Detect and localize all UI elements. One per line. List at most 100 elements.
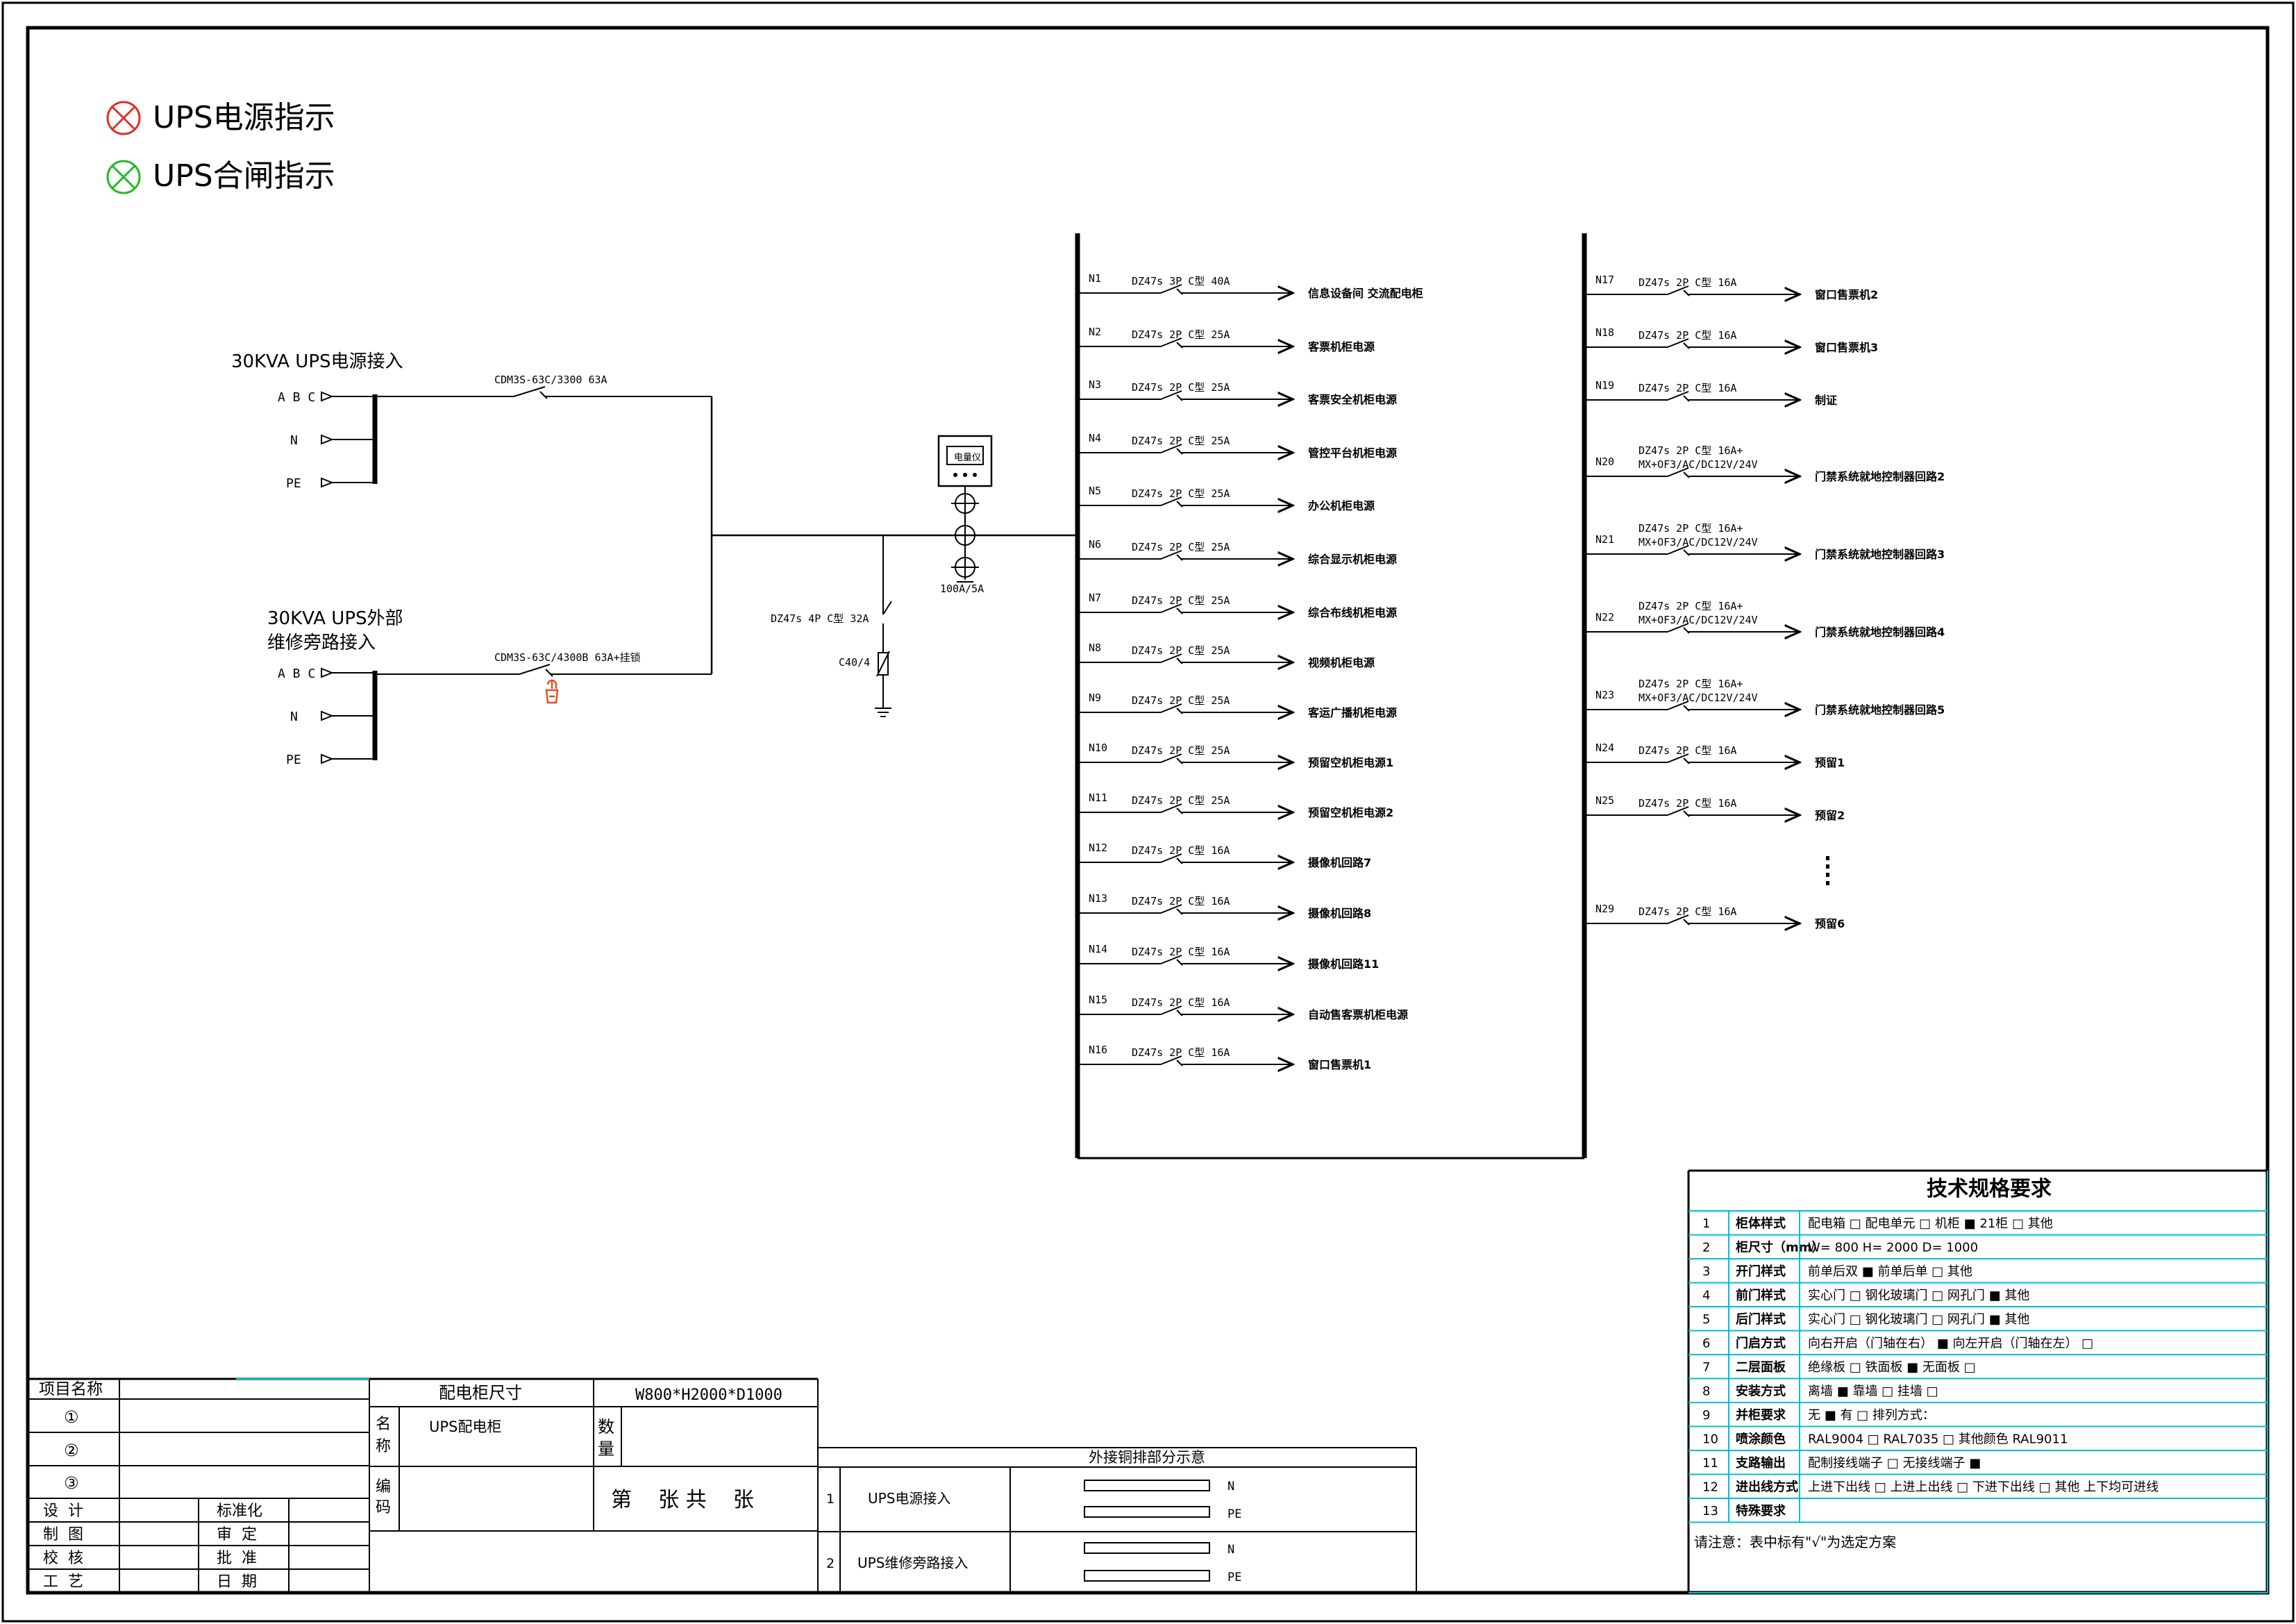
code-label-2: 码	[376, 1499, 391, 1516]
closing-indicator-lamp-icon	[106, 160, 141, 194]
spec-row-name: 柜体样式	[1736, 1216, 1786, 1231]
breaker-spec: DZ47s 2P C型 16A	[1639, 797, 1736, 810]
copper-bar-1a	[1084, 1480, 1210, 1491]
spec-row-no: 9	[1702, 1408, 1710, 1423]
spec-row-name: 进出线方式	[1736, 1480, 1798, 1495]
spec-row-name: 喷涂颜色	[1736, 1432, 1786, 1447]
circuit-n22: N22 DZ47s 2P C型 16A+ MX+OF3/AC/DC12V/24V 门禁…	[1584, 600, 1945, 639]
load-name: 视频机柜电源	[1308, 656, 1375, 669]
spec-row-no: 6	[1702, 1337, 1710, 1351]
ct-ratio: 100A/5A	[940, 583, 984, 595]
breaker-spec-accessory: MX+OF3/AC/DC12V/24V	[1639, 614, 1758, 626]
spec-row: 7 二层面板 绝缘板 □ 铁面板 ■ 无面板 □	[1689, 1354, 2268, 1375]
circuit-id: N3	[1089, 378, 1101, 391]
breaker-spec: DZ47s 2P C型 25A	[1132, 594, 1230, 607]
circled-2: ②	[64, 1441, 79, 1460]
spec-table: 技术规格要求 1 柜体样式 配电箱 □ 配电单元 □ 机柜 ■ 21柜 □ 其他 2 柜…	[1687, 1169, 2268, 1593]
circuit-id: N16	[1089, 1044, 1107, 1056]
copper-bar-2a	[1084, 1542, 1210, 1554]
circuit-id: N21	[1595, 533, 1614, 546]
circuit-id: N25	[1595, 794, 1614, 807]
spec-row-name: 门启方式	[1736, 1336, 1786, 1351]
meter-label: 电量仪	[954, 453, 981, 463]
load-name: 门禁系统就地控制器回路5	[1815, 703, 1945, 717]
breaker-spec: DZ47s 2P C型 16A	[1132, 946, 1230, 958]
breaker-spec: DZ47s 2P C型 25A	[1132, 435, 1230, 447]
copper-bar-2b	[1084, 1570, 1210, 1582]
circuit-n23: N23 DZ47s 2P C型 16A+ MX+OF3/AC/DC12V/24V 门禁…	[1584, 678, 1945, 717]
load-name: 办公机柜电源	[1308, 499, 1375, 512]
name-label-2: 称	[376, 1438, 391, 1455]
main-breaker-icon	[513, 386, 548, 399]
circuit-n17: N17 DZ47s 2P C型 16A 窗口售票机2	[1584, 274, 1878, 301]
circuit-id: N22	[1595, 611, 1614, 623]
spec-row: 6 门启方式 向右开启（门轴在右） ■ 向左开启（门轴在左） □	[1689, 1330, 2268, 1351]
spec-row: 11 支路输出 配制接线端子 □ 无接线端子 ■	[1689, 1450, 2268, 1471]
breaker-spec-accessory: MX+OF3/AC/DC12V/24V	[1639, 458, 1758, 471]
circuit-id: N11	[1089, 792, 1107, 804]
ups-main-input: 30KVA UPS电源接入 A B C N PE CDM3S-63C/3300 …	[231, 351, 712, 491]
ground-icon	[875, 708, 891, 717]
spec-row-content: 配制接线端子 □ 无接线端子 ■	[1808, 1456, 1981, 1471]
approval-standard: 标准化	[217, 1502, 262, 1520]
circuit-id: N4	[1089, 432, 1101, 444]
spec-row: 13 特殊要求	[1689, 1498, 2268, 1518]
breaker-spec: DZ47s 2P C型 25A	[1132, 644, 1230, 657]
spec-row-no: 8	[1702, 1384, 1710, 1399]
load-name: 综合显示机柜电源	[1308, 553, 1397, 566]
breaker-spec: DZ47s 2P C型 16A+	[1639, 600, 1743, 612]
circuit-n25: N25 DZ47s 2P C型 16A 预留2	[1584, 794, 1845, 822]
spec-row-name: 支路输出	[1735, 1455, 1786, 1471]
circuit-n13: N13 DZ47s 2P C型 16A 摄像机回路8	[1078, 892, 1371, 920]
load-name: 预留空机柜电源2	[1308, 806, 1393, 819]
spec-table-note: 请注意：表中标有"√"为选定方案	[1694, 1534, 1896, 1550]
circuit-id: N1	[1089, 272, 1101, 285]
breaker-spec: DZ47s 2P C型 16A	[1639, 329, 1736, 342]
load-name: 预留2	[1815, 809, 1845, 822]
load-name: 制证	[1815, 394, 1837, 407]
approval-review: 审 定	[217, 1526, 257, 1543]
load-name: 摄像机回路8	[1308, 907, 1371, 920]
name-value: UPS配电柜	[429, 1418, 501, 1435]
circuit-id: N18	[1595, 326, 1614, 339]
sheet-label: 第 张 共 张	[611, 1488, 754, 1512]
project-name-label: 项目名称	[39, 1380, 103, 1398]
circuit-id: N12	[1089, 842, 1107, 854]
load-name: 摄像机回路11	[1308, 957, 1379, 971]
spd-breaker-icon	[882, 601, 892, 615]
title-block: 项目名称 ① ② ③ 设 计 制 图 校 核 工 艺 标准化 审 定 批 准 日…	[28, 1378, 819, 1593]
load-name: 窗口售票机1	[1308, 1058, 1371, 1071]
copper-row-2-label: UPS维修旁路接入	[857, 1555, 968, 1571]
circuit-n19: N19 DZ47s 2P C型 16A 制证	[1584, 379, 1837, 407]
name-label-1: 名	[376, 1416, 391, 1433]
breaker-spec: DZ47s 2P C型 16A	[1132, 895, 1230, 907]
copper-bar-title: 外接铜排部分示意	[1089, 1449, 1205, 1466]
load-name: 客票机柜电源	[1308, 340, 1375, 353]
spec-row-no: 1	[1702, 1216, 1710, 1231]
circuit-n16: N16 DZ47s 2P C型 16A 窗口售票机1	[1078, 1044, 1371, 1071]
spec-row-no: 4	[1702, 1289, 1710, 1303]
role-draw: 制 图	[43, 1526, 83, 1543]
load-name: 窗口售票机3	[1815, 341, 1878, 354]
spec-row-name: 前门样式	[1736, 1288, 1786, 1303]
surge-protection: DZ47s 4P C型 32A C40/4	[771, 535, 892, 717]
spec-row: 9 并柜要求 无 ■ 有 □ 排列方式：	[1689, 1402, 2268, 1423]
spec-row-no: 2	[1702, 1241, 1710, 1255]
legend-closing-label: UPS合闸指示	[153, 158, 335, 194]
spec-row-content: 离墙 ■ 靠墙 □ 挂墙 □	[1808, 1384, 1938, 1399]
load-name: 门禁系统就地控制器回路2	[1815, 470, 1945, 483]
circuit-id: N20	[1595, 455, 1614, 468]
spec-row-no: 13	[1702, 1504, 1718, 1518]
breaker-spec-accessory: MX+OF3/AC/DC12V/24V	[1639, 692, 1758, 704]
circuit-n14: N14 DZ47s 2P C型 16A 摄像机回路11	[1078, 943, 1379, 971]
load-name: 综合布线机柜电源	[1308, 606, 1397, 619]
role-check: 校 核	[43, 1550, 83, 1567]
spec-row: 5 后门样式 实心门 □ 钢化玻璃门 □ 网孔门 ■ 其他	[1689, 1306, 2268, 1327]
spec-row-name: 并柜要求	[1736, 1407, 1786, 1423]
breaker-spec: DZ47s 2P C型 16A+	[1639, 678, 1743, 690]
approval-approve: 批 准	[217, 1550, 257, 1567]
load-name: 门禁系统就地控制器回路3	[1815, 548, 1945, 561]
load-name: 预留空机柜电源1	[1308, 756, 1393, 769]
spec-row: 1 柜体样式 配电箱 □ 配电单元 □ 机柜 ■ 21柜 □ 其他	[1689, 1210, 2268, 1231]
copper-row-2-no: 2	[826, 1556, 835, 1571]
